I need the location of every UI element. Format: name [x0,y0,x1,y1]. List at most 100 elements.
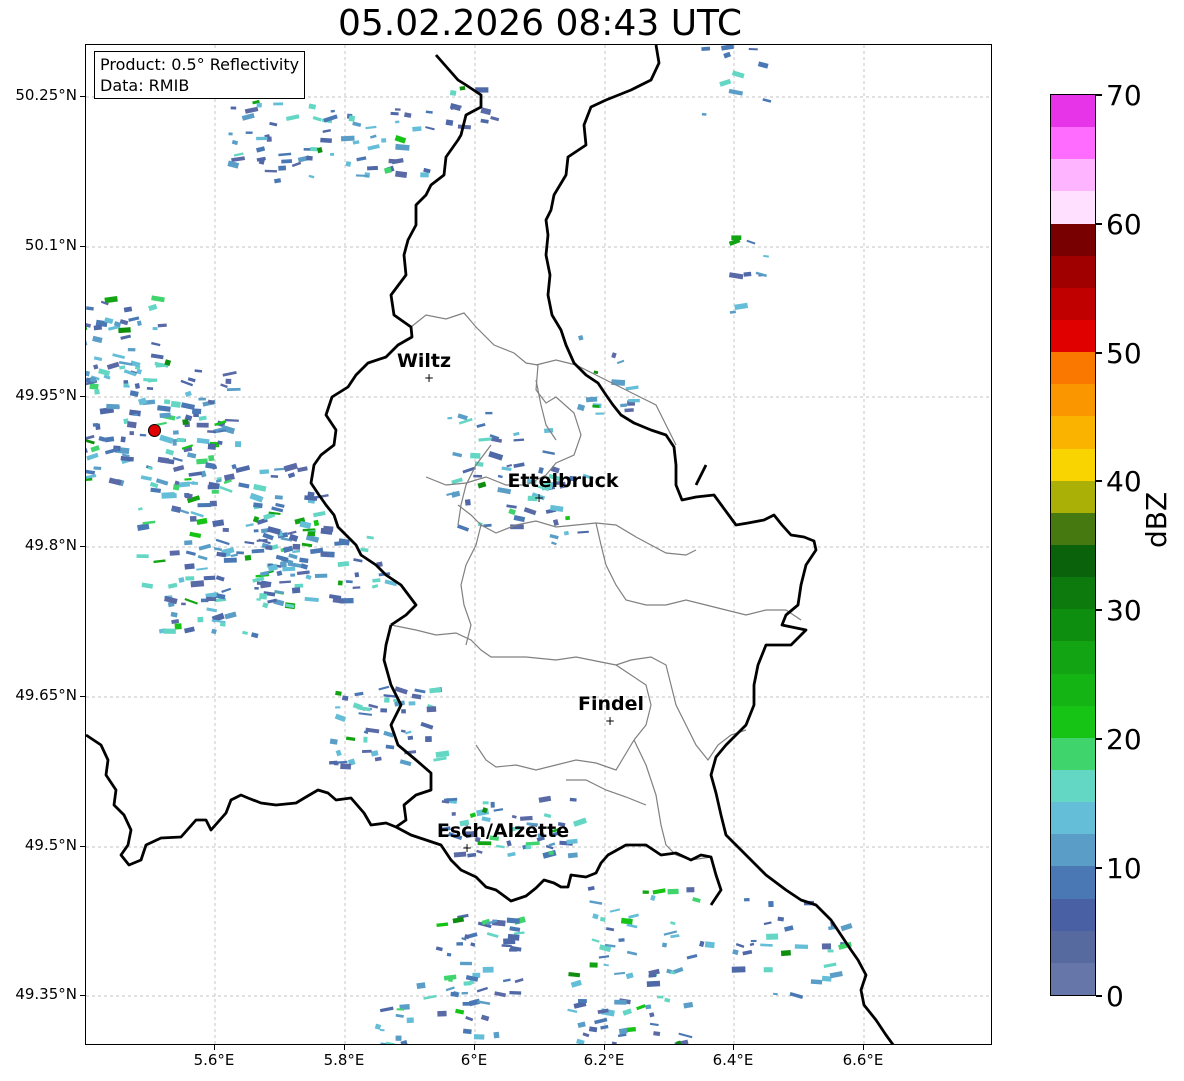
y-tick-label: 49.65°N [15,686,77,704]
colorbar-segment [1051,866,1095,899]
radar-echo-cell [256,102,262,108]
radar-echo-cell [457,413,468,421]
y-tick-label: 49.5°N [24,836,77,854]
radar-echo-cell [646,980,661,987]
radar-echo-cell [719,78,732,87]
radar-echo-cell [184,563,195,570]
radar-echo-cell [184,598,198,605]
radar-echo-cell [611,352,617,359]
radar-echo-cell [337,561,350,567]
radar-echo-cell [600,1024,609,1030]
colorbar-segment [1051,191,1095,224]
radar-echo-cell [207,430,217,434]
radar-echo-cell [636,1004,646,1011]
radar-echo-cell [335,749,342,757]
radar-echo-cell [523,507,537,516]
radar-echo-cell [227,160,240,169]
radar-echo-cell [692,897,701,903]
radar-echo-cell [582,1032,590,1038]
radar-echo-cell [235,465,251,473]
radar-echo-cell [306,155,313,161]
radar-echo-cell [165,448,175,456]
radar-echo-cell [184,493,193,500]
radar-echo-cell [153,559,166,564]
radar-echo-cell [320,137,332,143]
radar-echo-cell [653,1031,661,1037]
data-source-text: Data: RMIB [100,76,190,95]
radar-echo-cell [151,295,165,303]
colorbar-tick-label: 60 [1106,208,1142,241]
colorbar-segment [1051,609,1095,642]
radar-echo-cell [594,1017,608,1025]
radar-echo-cell [334,713,347,723]
radar-echo-cell [384,697,390,703]
product-text: Product: 0.5° Reflectivity [100,55,300,74]
radar-echo-cell [493,1031,500,1039]
radar-echo-cell [215,575,225,582]
radar-echo-cell [620,917,633,925]
radar-echoes [86,45,853,1044]
radar-echo-cell [374,756,382,762]
city-label-ettelbruck: Ettelbruck [507,470,619,492]
radar-echo-cell [461,991,468,995]
radar-echo-cell [307,531,316,537]
radar-echo-cell [244,554,252,561]
radar-echo-cell [678,1032,693,1039]
radar-echo-cell [768,901,774,908]
x-tick-mark [733,1045,734,1050]
colorbar-tick-label: 10 [1106,852,1142,885]
radar-echo-cell [789,992,804,1000]
radar-echo-cell [400,729,406,733]
colorbar-tick [1096,223,1102,225]
radar-echo-cell [625,385,639,391]
radar-echo-cell [120,436,126,443]
radar-echo-cell [480,118,489,124]
radar-echo-cell [723,51,732,59]
radar-echo-cell [170,611,178,618]
colorbar-segment [1051,898,1095,931]
radar-echo-cell [127,348,136,352]
radar-echo-cell [211,628,217,635]
radar-echo-cell [206,596,217,601]
radar-echo-cell [134,383,140,389]
radar-echo-cell [473,1034,485,1040]
radar-echo-cell [104,436,115,443]
x-tick-mark [214,1045,215,1050]
radar-echo-cell [335,706,341,709]
radar-echo-cell [313,510,326,518]
radar-echo-cell [86,434,95,440]
radar-echo-cell [128,316,140,322]
radar-echo-cell [119,319,129,326]
radar-echo-cell [425,110,433,114]
radar-echo-cell [112,353,126,360]
y-tick-mark [80,995,85,996]
colorbar-segment [1051,127,1095,160]
radar-echo-cell [89,376,97,383]
radar-echo-cell [222,527,229,533]
radar-echo-cell [513,462,525,469]
radar-echo-cell [451,812,456,816]
radar-echo-cell [425,736,432,742]
radar-echo-cell [667,888,679,895]
radar-echo-cell [664,997,671,1003]
radar-echo-cell [506,917,520,924]
y-tick-mark [80,396,85,397]
radar-echo-cell [729,310,736,314]
radar-echo-cell [281,159,293,164]
radar-echo-cell [94,389,100,395]
radar-echo-cell [119,365,126,370]
colorbar-segment [1051,352,1095,385]
radar-echo-cell [283,462,298,472]
radar-echo-cell [278,165,287,171]
radar-echo-cell [762,98,772,103]
radar-echo-cell [354,691,364,697]
radar-echo-cell [578,999,587,1004]
map-area[interactable] [85,44,992,1045]
radar-echo-cell [618,1027,628,1035]
radar-echo-cell [354,572,360,578]
x-tick-label: 6.2°E [583,1051,625,1069]
radar-echo-cell [578,334,584,341]
radar-echo-cell [316,146,323,154]
radar-echo-cell [670,934,680,939]
colorbar-tick [1096,609,1102,611]
